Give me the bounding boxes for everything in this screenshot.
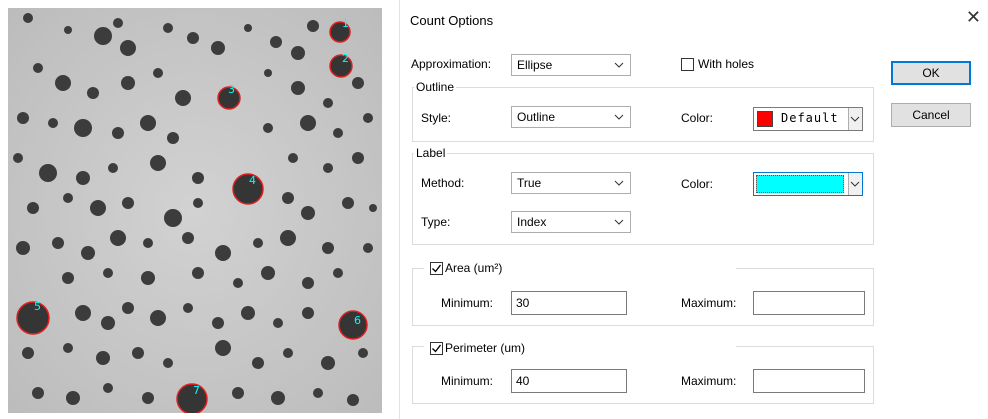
particle-label-5: 5: [34, 300, 41, 313]
ok-button[interactable]: OK: [891, 61, 971, 85]
count-options-dialog: Count Options ✕ Approximation: Ellipse W…: [399, 0, 988, 419]
label-type-select[interactable]: Index: [511, 211, 631, 233]
close-icon[interactable]: ✕: [966, 9, 981, 27]
micrograph-image: 1 2 3 4 5 6 7: [8, 8, 382, 413]
label-color-picker[interactable]: [753, 172, 863, 196]
particle-label-7: 7: [193, 384, 200, 397]
label-method-select[interactable]: True: [511, 172, 631, 194]
outline-style-value: Outline: [517, 110, 556, 124]
outline-color-label: Color:: [681, 111, 714, 125]
approximation-label: Approximation:: [411, 57, 492, 71]
area-maximum-label: Maximum:: [681, 296, 737, 310]
chevron-down-icon: [614, 180, 624, 186]
label-type-value: Index: [517, 215, 547, 229]
outline-style-label: Style:: [421, 111, 452, 125]
area-minimum-input[interactable]: 30: [511, 291, 627, 315]
particle-label-3: 3: [228, 83, 235, 96]
perimeter-label: Perimeter (um): [445, 341, 526, 355]
outline-group-title: Outline: [414, 80, 457, 94]
perimeter-maximum-input[interactable]: [753, 369, 865, 393]
label-type-label: Type:: [421, 215, 451, 229]
label-method-value: True: [517, 176, 542, 190]
chevron-down-icon: [850, 181, 860, 187]
particle-label-2: 2: [342, 52, 349, 65]
checkmark-icon: [432, 344, 442, 353]
particle-label-6: 6: [354, 314, 361, 327]
approximation-select[interactable]: Ellipse: [511, 54, 631, 76]
cancel-button[interactable]: Cancel: [891, 103, 971, 127]
image-panel: 1 2 3 4 5 6 7: [0, 0, 390, 419]
outline-color-picker[interactable]: Default: [753, 107, 863, 131]
label-color-swatch: [756, 175, 844, 193]
particle-image: 1 2 3 4 5 6 7: [8, 8, 382, 413]
outline-color-text: Default: [781, 111, 839, 125]
area-maximum-input[interactable]: [753, 291, 865, 315]
outline-style-select[interactable]: Outline: [511, 106, 631, 128]
dialog-title: Count Options: [410, 13, 494, 28]
with-holes-checkbox[interactable]: [681, 58, 694, 71]
counted-particle-7: [176, 383, 208, 413]
chevron-down-icon: [614, 62, 624, 68]
chevron-down-icon: [614, 114, 624, 120]
label-group-title: Label: [414, 146, 448, 160]
approximation-value: Ellipse: [517, 58, 553, 72]
area-label: Area (um²): [445, 261, 503, 275]
particle-label-1: 1: [342, 17, 349, 30]
area-minimum-label: Minimum:: [441, 296, 494, 310]
perimeter-minimum-label: Minimum:: [441, 374, 494, 388]
counted-particle-6: [338, 310, 368, 340]
checkmark-icon: [432, 264, 442, 273]
label-method-label: Method:: [421, 176, 465, 190]
area-checkbox[interactable]: [430, 262, 443, 275]
perimeter-maximum-label: Maximum:: [681, 374, 737, 388]
outline-color-dropdown[interactable]: [848, 108, 862, 130]
chevron-down-icon: [614, 219, 624, 225]
label-color-dropdown[interactable]: [848, 173, 862, 195]
chevron-down-icon: [850, 116, 860, 122]
perimeter-minimum-input[interactable]: 40: [511, 369, 627, 393]
label-color-label: Color:: [681, 177, 714, 191]
counted-particle-5: [16, 301, 50, 335]
label-group: [412, 153, 874, 245]
with-holes-label: With holes: [698, 57, 755, 71]
particle-label-4: 4: [249, 174, 256, 187]
perimeter-checkbox[interactable]: [430, 342, 443, 355]
counted-particle-4: [232, 173, 264, 205]
outline-color-swatch: [757, 111, 773, 127]
